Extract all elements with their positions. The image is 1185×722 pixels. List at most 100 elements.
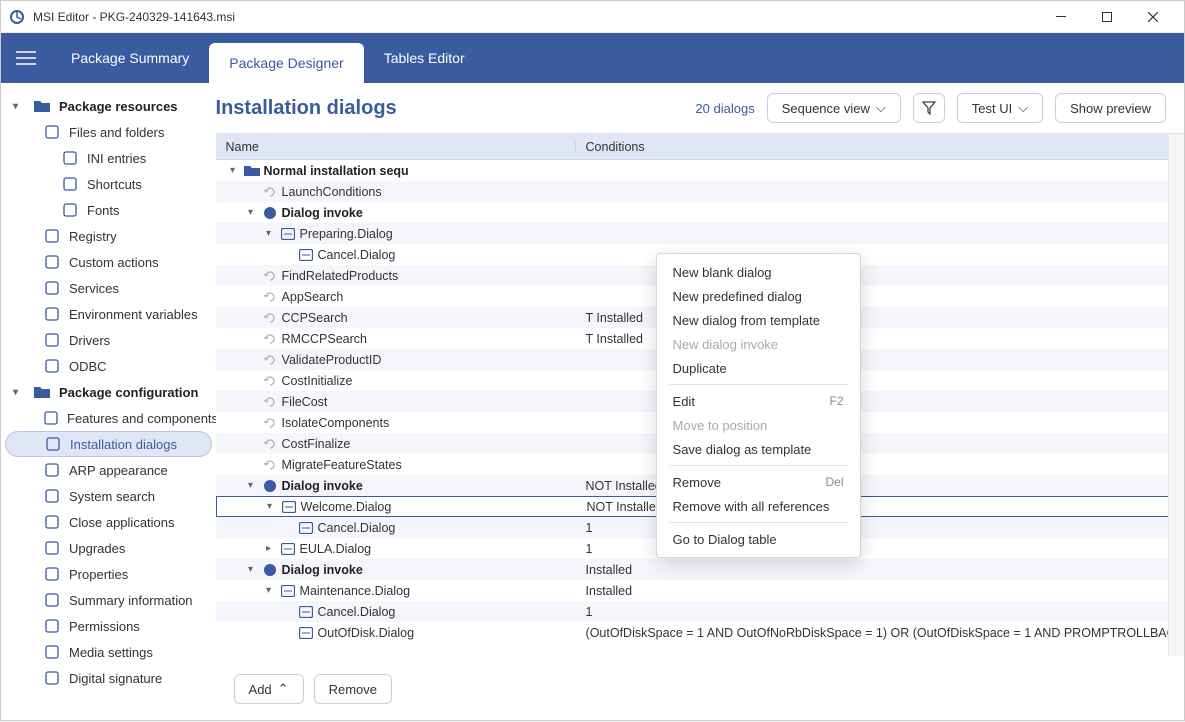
table-row[interactable]: Cancel.Dialog1 xyxy=(216,601,1184,622)
item-icon xyxy=(43,253,61,271)
page-title: Installation dialogs xyxy=(216,97,684,120)
menu-new-blank-dialog[interactable]: New blank dialog xyxy=(657,260,860,284)
tab-package-designer[interactable]: Package Designer xyxy=(209,43,363,83)
row-name: RMCCPSearch xyxy=(282,332,367,346)
button-label: Show preview xyxy=(1070,101,1151,116)
menu-save-template[interactable]: Save dialog as template xyxy=(657,437,860,461)
item-icon xyxy=(43,539,61,557)
table-row[interactable]: ▾Dialog invokeInstalled xyxy=(216,559,1184,580)
item-icon xyxy=(61,201,79,219)
table-row[interactable]: LaunchConditions xyxy=(216,181,1184,202)
table-row[interactable]: OutOfDisk.Dialog(OutOfDiskSpace = 1 AND … xyxy=(216,622,1184,643)
menu-separator xyxy=(669,522,848,523)
tab-package-summary[interactable]: Package Summary xyxy=(51,33,209,83)
sidebar-item-digital-signature[interactable]: Digital signature xyxy=(5,665,212,691)
sidebar-item-ini-entries[interactable]: INI entries xyxy=(5,145,212,171)
item-icon xyxy=(43,669,61,687)
sidebar-item-shortcuts[interactable]: Shortcuts xyxy=(5,171,212,197)
sidebar-item-odbc[interactable]: ODBC xyxy=(5,353,212,379)
sidebar-item-files-and-folders[interactable]: Files and folders xyxy=(5,119,212,145)
expand-icon[interactable]: ▾ xyxy=(244,564,258,575)
item-icon xyxy=(44,435,62,453)
menu-duplicate[interactable]: Duplicate xyxy=(657,356,860,380)
test-ui-button[interactable]: Test UI⌵ xyxy=(957,93,1043,123)
column-conditions[interactable]: Conditions xyxy=(576,140,1184,154)
sidebar-item-installation-dialogs[interactable]: Installation dialogs xyxy=(5,431,212,457)
sidebar-item-custom-actions[interactable]: Custom actions xyxy=(5,249,212,275)
dialog-icon xyxy=(280,541,296,557)
expand-icon[interactable]: ▾ xyxy=(244,480,258,491)
sidebar-item-permissions[interactable]: Permissions xyxy=(5,613,212,639)
item-icon xyxy=(43,487,61,505)
folder-icon xyxy=(33,383,51,401)
dialog-icon xyxy=(280,226,296,242)
menu-edit[interactable]: EditF2 xyxy=(657,389,860,413)
sidebar-item-drivers[interactable]: Drivers xyxy=(5,327,212,353)
show-preview-button[interactable]: Show preview xyxy=(1055,93,1166,123)
button-label: Remove xyxy=(329,682,377,697)
toolbar: Package Summary Package Designer Tables … xyxy=(1,33,1184,83)
sidebar-item-system-search[interactable]: System search xyxy=(5,483,212,509)
table-row[interactable]: ▾Normal installation sequ xyxy=(216,160,1184,181)
sidebar-item-summary-information[interactable]: Summary information xyxy=(5,587,212,613)
menu-goto-dialog-table[interactable]: Go to Dialog table xyxy=(657,527,860,551)
title-bar: MSI Editor - PKG-240329-141643.msi xyxy=(1,1,1184,33)
window-controls xyxy=(1038,1,1176,33)
expand-icon[interactable]: ▸ xyxy=(262,543,276,554)
menu-new-predefined-dialog[interactable]: New predefined dialog xyxy=(657,284,860,308)
item-icon xyxy=(43,305,61,323)
maximize-button[interactable] xyxy=(1084,1,1130,33)
sidebar-item-registry[interactable]: Registry xyxy=(5,223,212,249)
sidebar-item-features-and-components[interactable]: Features and components xyxy=(5,405,212,431)
row-name: LaunchConditions xyxy=(282,185,382,199)
row-name: OutOfDisk.Dialog xyxy=(318,626,415,640)
column-name[interactable]: Name xyxy=(216,140,576,154)
expand-icon[interactable]: ▾ xyxy=(262,228,276,239)
expand-icon[interactable]: ▾ xyxy=(262,585,276,596)
filter-button[interactable] xyxy=(913,93,945,123)
dialog-icon xyxy=(298,247,314,263)
sidebar-item-fonts[interactable]: Fonts xyxy=(5,197,212,223)
close-button[interactable] xyxy=(1130,1,1176,33)
menu-new-dialog-template[interactable]: New dialog from template xyxy=(657,308,860,332)
sidebar-item-label: Digital signature xyxy=(69,671,162,686)
item-icon xyxy=(43,617,61,635)
table-row[interactable]: ▾Maintenance.DialogInstalled xyxy=(216,580,1184,601)
table-row[interactable]: ▾Dialog invoke xyxy=(216,202,1184,223)
tab-tables-editor[interactable]: Tables Editor xyxy=(364,33,485,83)
chevron-down-icon: ⌵ xyxy=(1018,100,1028,116)
sidebar-item-properties[interactable]: Properties xyxy=(5,561,212,587)
sidebar-item-media-settings[interactable]: Media settings xyxy=(5,639,212,665)
sidebar-item-environment-variables[interactable]: Environment variables xyxy=(5,301,212,327)
expand-icon[interactable]: ▾ xyxy=(244,207,258,218)
table-header: Name Conditions xyxy=(216,134,1184,160)
sidebar-group-config[interactable]: ▾ Package configuration xyxy=(5,379,212,405)
add-button[interactable]: Add⌃ xyxy=(234,674,304,704)
sidebar-group-resources[interactable]: ▾ Package resources xyxy=(5,93,212,119)
menu-remove[interactable]: RemoveDel xyxy=(657,470,860,494)
expand-icon[interactable]: ▾ xyxy=(263,501,277,512)
sequence-view-button[interactable]: Sequence view⌵ xyxy=(767,93,901,123)
action-icon xyxy=(262,184,278,200)
chevron-down-icon: ▾ xyxy=(13,387,25,398)
sidebar-item-label: Features and components xyxy=(67,411,216,426)
menu-remove-references[interactable]: Remove with all references xyxy=(657,494,860,518)
menu-button[interactable] xyxy=(1,33,51,83)
action-icon xyxy=(262,394,278,410)
table-row[interactable]: ▾Preparing.Dialog xyxy=(216,223,1184,244)
sidebar-item-label: Properties xyxy=(69,567,128,582)
action-icon xyxy=(262,352,278,368)
sidebar-item-upgrades[interactable]: Upgrades xyxy=(5,535,212,561)
remove-button[interactable]: Remove xyxy=(314,674,392,704)
app-icon xyxy=(9,9,25,25)
sidebar-item-arp-appearance[interactable]: ARP appearance xyxy=(5,457,212,483)
action-icon xyxy=(262,436,278,452)
sidebar-item-close-applications[interactable]: Close applications xyxy=(5,509,212,535)
item-icon xyxy=(43,565,61,583)
row-name: CCPSearch xyxy=(282,311,348,325)
expand-icon[interactable]: ▾ xyxy=(226,165,240,176)
button-label: Sequence view xyxy=(782,101,870,116)
scrollbar[interactable] xyxy=(1168,134,1184,656)
sidebar-item-services[interactable]: Services xyxy=(5,275,212,301)
minimize-button[interactable] xyxy=(1038,1,1084,33)
